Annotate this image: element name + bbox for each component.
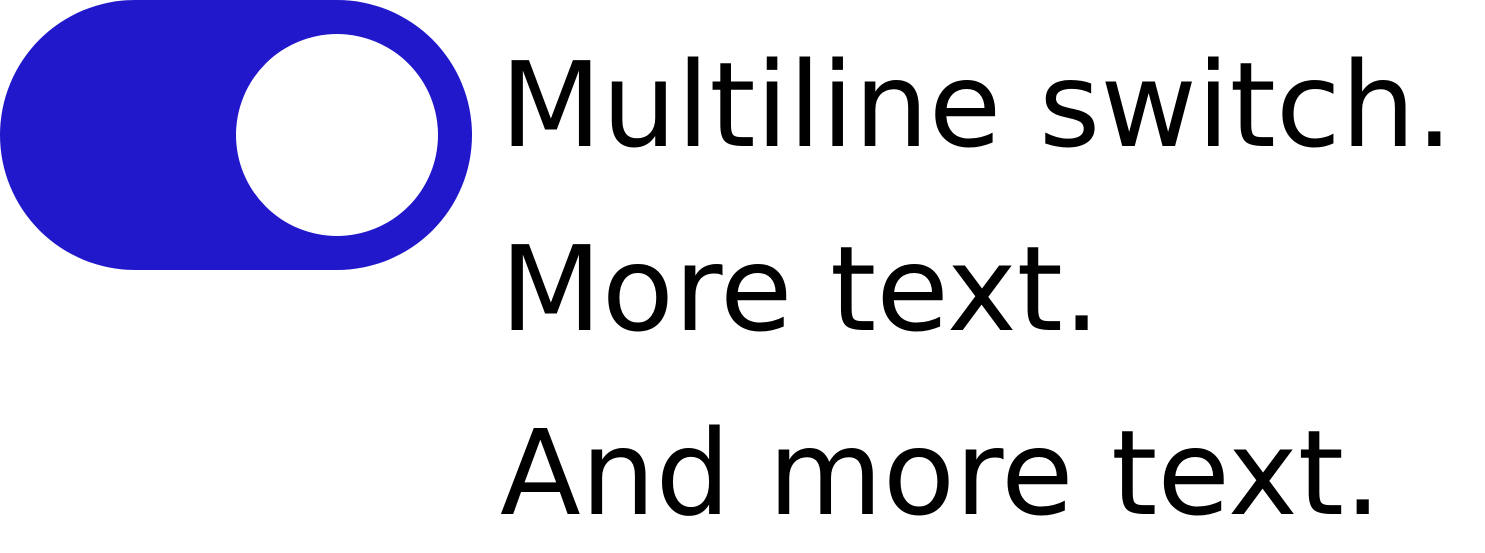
switch-knob	[236, 34, 438, 236]
switch-label-line-3: And more text.	[500, 404, 1382, 542]
switch-label[interactable]: Multiline switch. More text. And more te…	[500, 13, 1453, 553]
multiline-switch[interactable]	[0, 0, 472, 270]
switch-row[interactable]: Multiline switch. More text. And more te…	[0, 0, 1485, 553]
switch-label-line-2: More text.	[500, 220, 1101, 358]
switch-label-line-1: Multiline switch.	[500, 36, 1454, 174]
